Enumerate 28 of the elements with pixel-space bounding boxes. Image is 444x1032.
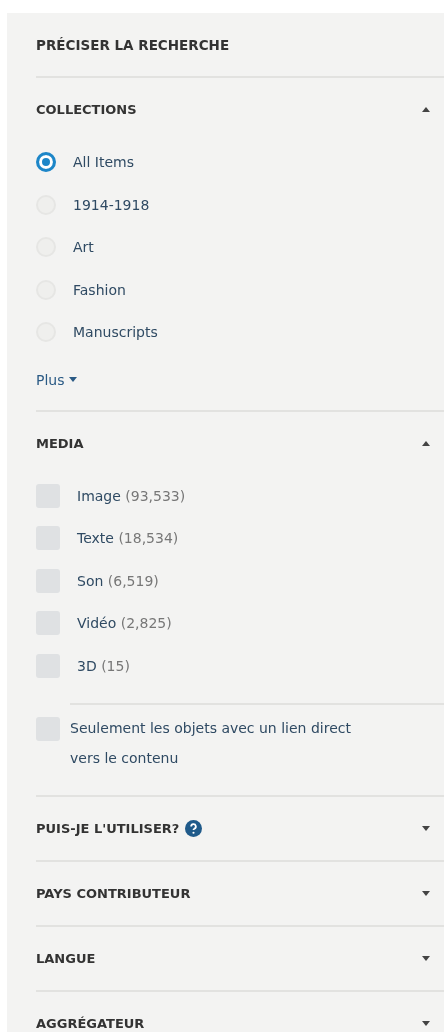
caret-down-icon[interactable] <box>422 826 430 831</box>
option-label[interactable]: Fashion <box>73 281 126 298</box>
option-label[interactable]: Texte (18,534) <box>77 530 179 547</box>
caret-down-icon[interactable] <box>422 891 430 896</box>
option-label[interactable]: 1914-1918 <box>73 196 150 213</box>
section-heading[interactable]: AGGRÉGATEUR <box>36 1016 145 1031</box>
option-label[interactable]: Son (6,519) <box>77 572 159 589</box>
radio-button[interactable] <box>36 152 56 173</box>
option-label[interactable]: 3D (15) <box>77 657 130 674</box>
section-heading[interactable]: COLLECTIONS <box>36 102 137 117</box>
option-label[interactable]: Vidéo (2,825) <box>77 615 172 632</box>
option-label[interactable]: Seulement les objets avec un lien direct vers le contenu <box>70 713 370 773</box>
option-label[interactable]: All Items <box>73 154 134 171</box>
option-label[interactable]: Art <box>73 239 94 256</box>
section-heading[interactable]: MEDIA <box>36 435 84 451</box>
caret-up-icon[interactable] <box>422 440 430 446</box>
section-heading[interactable]: PUIS-JE L'UTILISER? <box>36 821 180 836</box>
caret-down-icon[interactable] <box>422 1021 430 1026</box>
caret-up-icon[interactable] <box>422 107 430 112</box>
caret-down-icon <box>68 377 77 382</box>
help-icon[interactable] <box>185 820 203 837</box>
caret-down-icon[interactable] <box>422 956 430 961</box>
section-heading[interactable]: PAYS CONTRIBUTEUR <box>36 886 191 901</box>
option-label[interactable]: Manuscripts <box>73 324 158 341</box>
panel-title: PRÉCISER LA RECHERCHE <box>36 13 444 78</box>
more-link[interactable]: Plus <box>36 353 77 410</box>
option-label[interactable]: Image (93,533) <box>77 487 186 504</box>
section-heading[interactable]: LANGUE <box>36 951 96 966</box>
